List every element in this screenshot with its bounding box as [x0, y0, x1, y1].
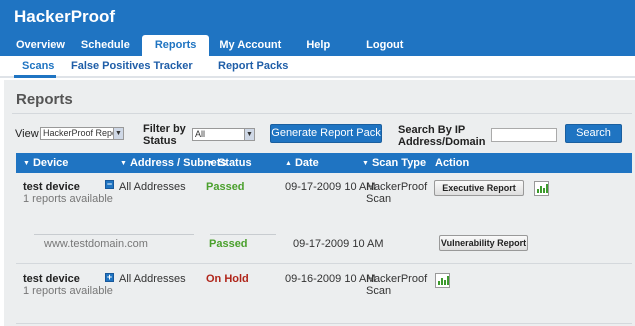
- page-title: Reports: [16, 91, 73, 108]
- subnav-false-positives-tracker[interactable]: False Positives Tracker: [71, 60, 193, 72]
- subrow-status: Passed: [209, 238, 248, 250]
- row1-scan-type-line2: Scan: [366, 193, 392, 205]
- title-divider: [12, 113, 632, 114]
- column-status[interactable]: ▼ Status: [208, 157, 252, 169]
- row2-status: On Hold: [206, 273, 249, 285]
- app-logo[interactable]: HackerProof: [14, 7, 115, 27]
- subnav-report-packs[interactable]: Report Packs: [218, 60, 288, 72]
- row-separator: [16, 323, 632, 324]
- filter-status-label-line2: Status: [143, 135, 177, 147]
- sort-desc-icon: ▼: [120, 160, 127, 167]
- column-action: Action: [435, 157, 470, 169]
- nav-tab-schedule[interactable]: Schedule: [73, 35, 138, 56]
- main-nav: Overview Schedule Reports My Account Hel…: [8, 35, 411, 56]
- collapse-icon[interactable]: −: [105, 180, 114, 189]
- row-separator: [16, 263, 632, 264]
- subnav-scans[interactable]: Scans: [22, 60, 54, 72]
- search-button[interactable]: Search: [565, 124, 622, 143]
- row1-reports-count: 1 reports available: [23, 193, 113, 205]
- expand-icon[interactable]: +: [105, 273, 114, 282]
- status-select[interactable]: All ▼: [192, 128, 255, 141]
- report-chart-icon[interactable]: [435, 273, 450, 288]
- search-label-line2: Address/Domain: [398, 136, 486, 148]
- app-header: HackerProof Overview Schedule Reports My…: [0, 0, 635, 56]
- active-subnav-indicator: [14, 75, 56, 78]
- vulnerability-report-button[interactable]: Vulnerability Report: [439, 235, 528, 251]
- generate-report-pack-button[interactable]: Generate Report Pack: [270, 124, 382, 143]
- sort-asc-icon: ▲: [285, 160, 292, 167]
- nav-tab-my-account[interactable]: My Account: [211, 35, 289, 56]
- nav-tab-help[interactable]: Help: [298, 35, 338, 56]
- view-select-value: HackerProof Reports: [43, 128, 124, 138]
- filter-status-label-line1: Filter by: [143, 123, 186, 135]
- row2-device: test device: [23, 273, 80, 285]
- reports-table-header: ▼ Device ▼ Address / Subnets ▼ Status ▲ Date…: [16, 153, 632, 173]
- sub-nav: Scans False Positives Tracker Report Pac…: [0, 56, 635, 78]
- row1-scan-type-line1: HackerProof: [366, 181, 428, 193]
- subrow-divider-left: [34, 234, 194, 235]
- chevron-down-icon: ▼: [113, 128, 123, 139]
- row2-reports-count: 1 reports available: [23, 285, 113, 297]
- row2-scan-type-line2: Scan: [366, 285, 392, 297]
- row1-device: test device: [23, 181, 80, 193]
- status-select-value: All: [195, 129, 206, 139]
- column-scan-type[interactable]: ▼ Scan Type: [362, 157, 426, 169]
- executive-report-button[interactable]: Executive Report: [434, 180, 524, 196]
- row1-date: 09-17-2009 10 AM: [285, 181, 376, 193]
- row1-status: Passed: [206, 181, 245, 193]
- search-label-line1: Search By IP: [398, 124, 466, 136]
- chevron-down-icon: ▼: [244, 129, 254, 140]
- nav-tab-overview[interactable]: Overview: [8, 35, 73, 56]
- subrow-divider-mid: [210, 234, 276, 235]
- row2-scan-type-line1: HackerProof: [366, 273, 428, 285]
- search-input[interactable]: [491, 128, 557, 142]
- row1-address: All Addresses: [119, 181, 186, 193]
- subrow-date: 09-17-2009 10 AM: [293, 238, 384, 250]
- sort-desc-icon: ▼: [362, 160, 369, 167]
- view-label: View: [15, 128, 39, 140]
- row2-date: 09-16-2009 10 AM: [285, 273, 376, 285]
- column-device[interactable]: ▼ Device: [23, 157, 68, 169]
- nav-tab-logout[interactable]: Logout: [358, 35, 411, 56]
- sort-desc-icon: ▼: [208, 160, 215, 167]
- reports-panel: Reports View HackerProof Reports ▼ Filte…: [4, 80, 635, 326]
- nav-tab-reports[interactable]: Reports: [141, 35, 210, 56]
- subrow-domain: www.testdomain.com: [44, 238, 148, 250]
- sort-desc-icon: ▼: [23, 160, 30, 167]
- row2-address: All Addresses: [119, 273, 186, 285]
- column-date[interactable]: ▲ Date: [285, 157, 319, 169]
- view-select[interactable]: HackerProof Reports ▼: [40, 127, 124, 140]
- report-chart-icon[interactable]: [534, 181, 549, 196]
